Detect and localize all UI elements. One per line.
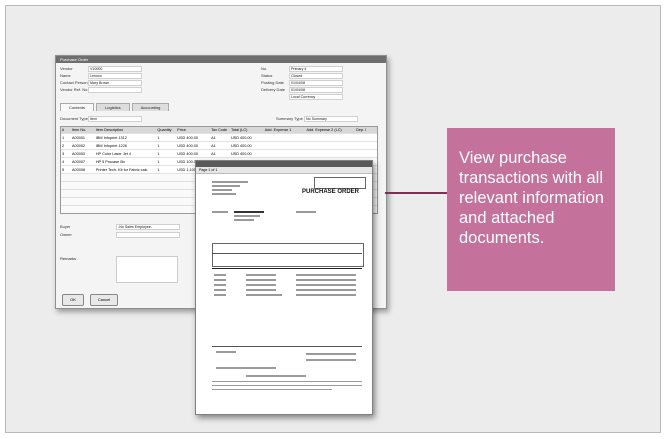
item-line — [214, 279, 226, 281]
footer-line — [216, 367, 276, 369]
callout-connector — [385, 192, 447, 194]
item-line — [214, 284, 226, 286]
tab-contents[interactable]: Contents — [60, 103, 95, 111]
ok-button[interactable]: OK — [62, 294, 84, 306]
item-line — [246, 279, 276, 281]
vendor-line — [234, 211, 264, 213]
item-line — [296, 284, 356, 286]
summary-type-field[interactable]: Summary Type No Summary — [276, 115, 358, 122]
item-line — [296, 274, 356, 276]
document-page-indicator: Page 1 of 1 — [196, 167, 372, 174]
table-row[interactable]: 1 A00001 IBM Infoprint 1312 1 USD 400.00… — [61, 133, 377, 141]
address-line — [212, 189, 232, 191]
contact-person-field[interactable]: Contact Person Mary Brown — [60, 79, 142, 86]
document-heading: PURCHASE ORDER — [302, 189, 360, 195]
doc-info-grid — [212, 243, 364, 267]
window-title: Purchase Order — [56, 56, 386, 63]
item-line — [214, 294, 226, 296]
vendor-line — [234, 219, 254, 221]
item-line — [246, 284, 276, 286]
name-field[interactable]: Name Lenovo — [60, 72, 142, 79]
cancel-button[interactable]: Cancel — [90, 294, 118, 306]
callout-box: View purchase transactions with all rele… — [447, 128, 615, 291]
totals-line — [212, 346, 362, 347]
ship-to-line — [296, 211, 316, 213]
tab-accounting[interactable]: Accounting — [131, 103, 170, 111]
vendor-field[interactable]: Vendor V10000 — [60, 65, 142, 72]
item-line — [246, 274, 276, 276]
tab-bar: Contents Logistics Accounting — [60, 103, 171, 111]
currency-field[interactable]: Local Currency — [261, 93, 343, 100]
items-header-line — [212, 268, 362, 269]
vendor-ref-field[interactable]: Vendor Ref. No. — [60, 86, 142, 93]
totals-line — [306, 353, 356, 355]
table-row[interactable]: 3 A00003 HP Color Laser Jet 4 1 USD 400.… — [61, 149, 377, 157]
tab-logistics[interactable]: Logistics — [96, 103, 130, 111]
posting-date-field[interactable]: Posting Date 01/04/08 — [261, 79, 343, 86]
callout-text: View purchase transactions with all rele… — [459, 149, 604, 247]
buyer-field[interactable]: Buyer -No Sales Employee- — [60, 223, 180, 230]
item-line — [214, 274, 226, 276]
item-line — [246, 289, 276, 291]
grid-line — [212, 253, 362, 254]
footer-line — [212, 385, 362, 386]
table-row[interactable]: 2 A00002 IBM Infoprint 1226 1 USD 400.00… — [61, 141, 377, 149]
totals-line — [216, 351, 236, 353]
totals-line — [306, 359, 356, 361]
item-line — [296, 289, 356, 291]
footer-line — [212, 381, 362, 382]
owner-field[interactable]: Owner — [60, 231, 180, 238]
address-line — [212, 193, 236, 195]
item-line — [296, 294, 356, 296]
address-line — [212, 185, 240, 187]
remarks-label: Remarks — [60, 256, 77, 261]
address-line — [212, 181, 248, 183]
doc-number-field[interactable]: No. Primary 4 — [261, 65, 343, 72]
item-line — [214, 289, 226, 291]
item-line — [296, 279, 356, 281]
document-type-field[interactable]: Document Type Item — [60, 115, 142, 122]
delivery-date-field[interactable]: Delivery Date 01/04/08 — [261, 86, 343, 93]
vendor-line — [212, 211, 228, 213]
footer-line — [212, 389, 332, 390]
remarks-textarea[interactable] — [116, 256, 178, 283]
status-field: Status Closed — [261, 72, 343, 79]
purchase-order-document: Page 1 of 1 PURCHASE ORDER — [195, 160, 373, 415]
footer-line — [246, 375, 306, 377]
item-line — [246, 294, 282, 296]
doc-header-box — [314, 177, 366, 189]
vendor-line — [234, 215, 260, 217]
